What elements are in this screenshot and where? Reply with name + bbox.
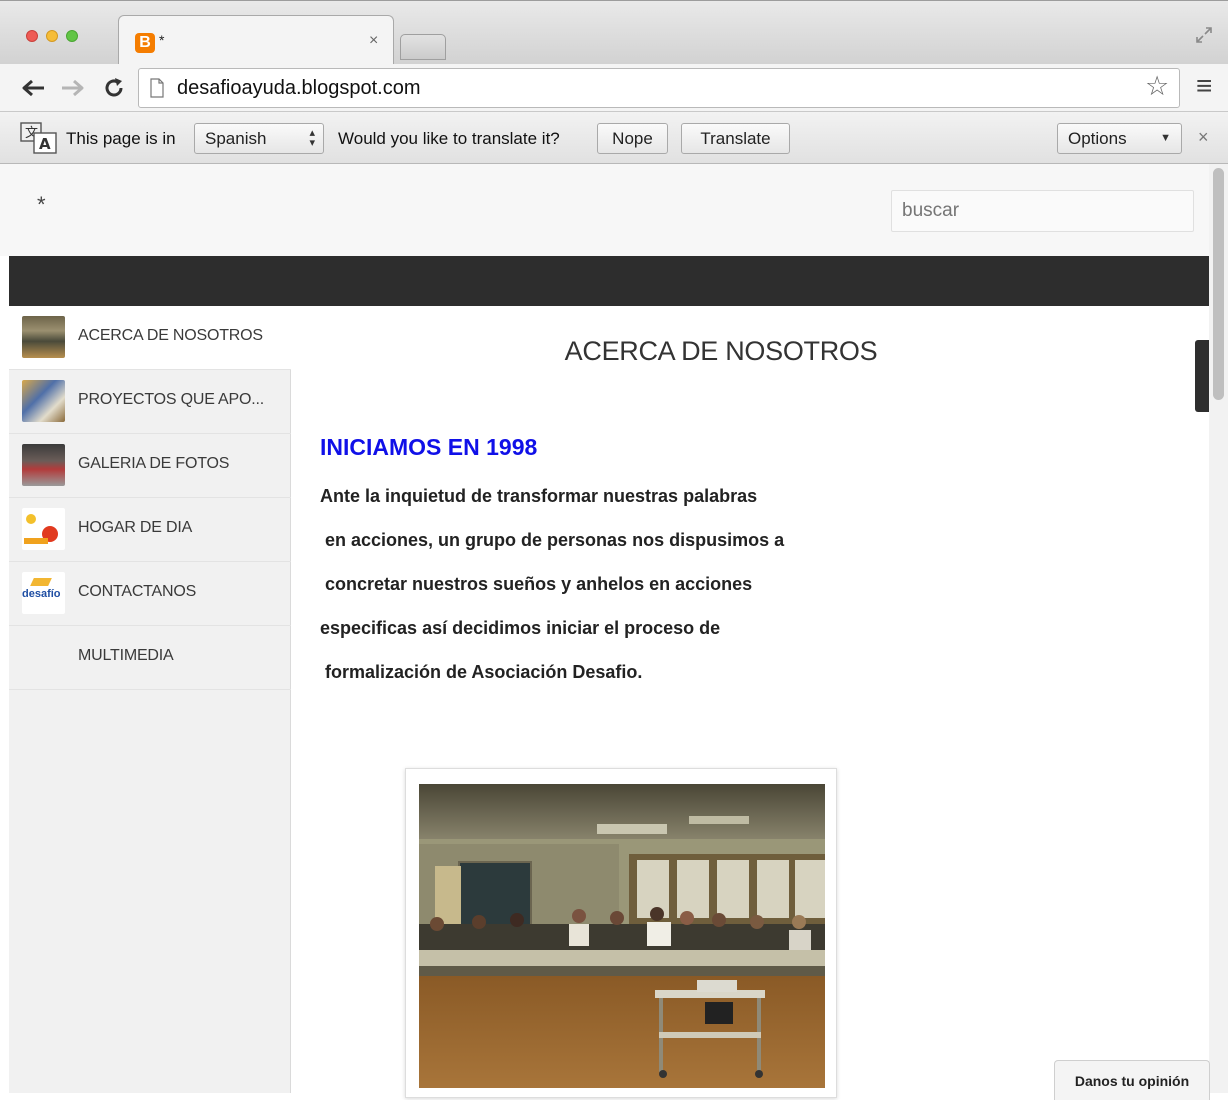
translate-prefix-text: This page is in [66, 129, 176, 148]
sidebar-item-hogar-de-dia[interactable]: HOGAR DE DIA [9, 498, 291, 562]
scrollbar-thumb[interactable] [1213, 168, 1224, 400]
paragraph-line: especificas así decidimos iniciar el pro… [320, 618, 721, 638]
blog-title-star[interactable]: * [37, 192, 46, 218]
header-band [9, 256, 1209, 306]
sidebar-item-label: HOGAR DE DIA [78, 519, 193, 536]
back-arrow-icon[interactable] [20, 78, 46, 98]
meeting-photo[interactable] [405, 768, 837, 1098]
proyectos-thumbnail-icon [22, 380, 65, 422]
sidebar-item-label: CONTACTANOS [78, 583, 197, 600]
acerca-thumbnail-icon [22, 316, 65, 358]
sidebar-item-label: ACERCA DE NOSOTROS [78, 327, 263, 344]
reload-icon[interactable] [102, 76, 126, 100]
paragraph-line: concretar nuestros sueños y anhelos en a… [320, 574, 753, 594]
sidebar-item-label: GALERIA DE FOTOS [78, 455, 230, 472]
minimize-window-button[interactable] [46, 30, 58, 42]
sidebar-item-acerca-de-nosotros[interactable]: ACERCA DE NOSOTROS [9, 306, 291, 370]
translate-infobar: 文 A This page is in Spanish ▴ ▾ Would you… [0, 112, 1228, 164]
galeria-thumbnail-icon [22, 444, 65, 486]
forward-arrow-icon[interactable] [60, 78, 86, 98]
tab-title: * [159, 32, 165, 48]
fullscreen-icon[interactable] [1194, 25, 1214, 45]
sidebar-item-label: PROYECTOS QUE APO... [78, 391, 264, 408]
select-arrows-icon: ▴ ▾ [309, 127, 315, 149]
nope-button[interactable]: Nope [597, 123, 668, 154]
section-heading: INICIAMOS EN 1998 [320, 434, 538, 460]
address-bar[interactable]: desafioayuda.blogspot.com ☆ [138, 68, 1180, 108]
blogger-favicon-icon: B [135, 33, 155, 53]
new-tab-button[interactable] [400, 34, 446, 60]
tab-close-icon[interactable]: × [369, 32, 378, 50]
close-window-button[interactable] [26, 30, 38, 42]
infobar-close-icon[interactable]: × [1198, 127, 1209, 148]
url-text[interactable]: desafioayuda.blogspot.com [177, 77, 421, 100]
hogar-thumbnail-icon [22, 508, 65, 550]
chrome-menu-icon[interactable]: ≡ [1196, 70, 1212, 102]
translate-icon: 文 A [20, 122, 57, 154]
paragraph-line: Ante la inquietud de transformar nuestra… [320, 486, 758, 506]
options-dropdown-icon: ▼ [1160, 132, 1171, 144]
options-select-label: Options [1068, 128, 1127, 148]
search-input[interactable] [891, 190, 1194, 232]
blog-header: * [0, 164, 1228, 256]
paragraph-line: formalización de Asociación Desafio. [320, 662, 643, 682]
sidebar-handle[interactable] [1195, 340, 1209, 412]
browser-tab[interactable]: B * × [118, 15, 394, 65]
sidebar-item-proyectos[interactable]: PROYECTOS QUE APO... [9, 370, 291, 434]
translate-button[interactable]: Translate [681, 123, 790, 154]
zoom-window-button[interactable] [66, 30, 78, 42]
language-select[interactable]: Spanish ▴ ▾ [194, 123, 324, 154]
language-select-value: Spanish [205, 128, 267, 148]
page-icon [150, 78, 164, 98]
contactanos-thumbnail-icon: desafío [22, 572, 65, 614]
sidebar-item-multimedia[interactable]: MULTIMEDIA [9, 626, 291, 690]
svg-text:A: A [39, 135, 51, 153]
sidebar-item-galeria-de-fotos[interactable]: GALERIA DE FOTOS [9, 434, 291, 498]
sidebar-item-contactanos[interactable]: desafío CONTACTANOS [9, 562, 291, 626]
paragraph-line: en acciones, un grupo de personas nos di… [320, 530, 785, 550]
browser-titlebar: B * × [0, 0, 1228, 65]
translate-question-text: Would you like to translate it? [338, 129, 560, 148]
options-select[interactable]: Options ▼ [1057, 123, 1182, 154]
bookmark-star-icon[interactable]: ☆ [1145, 71, 1169, 102]
sidebar-item-label: MULTIMEDIA [78, 647, 174, 664]
meeting-room-image [419, 784, 825, 1088]
feedback-button[interactable]: Danos tu opinión [1054, 1060, 1210, 1100]
page-title: ACERCA DE NOSOTROS [564, 336, 878, 366]
